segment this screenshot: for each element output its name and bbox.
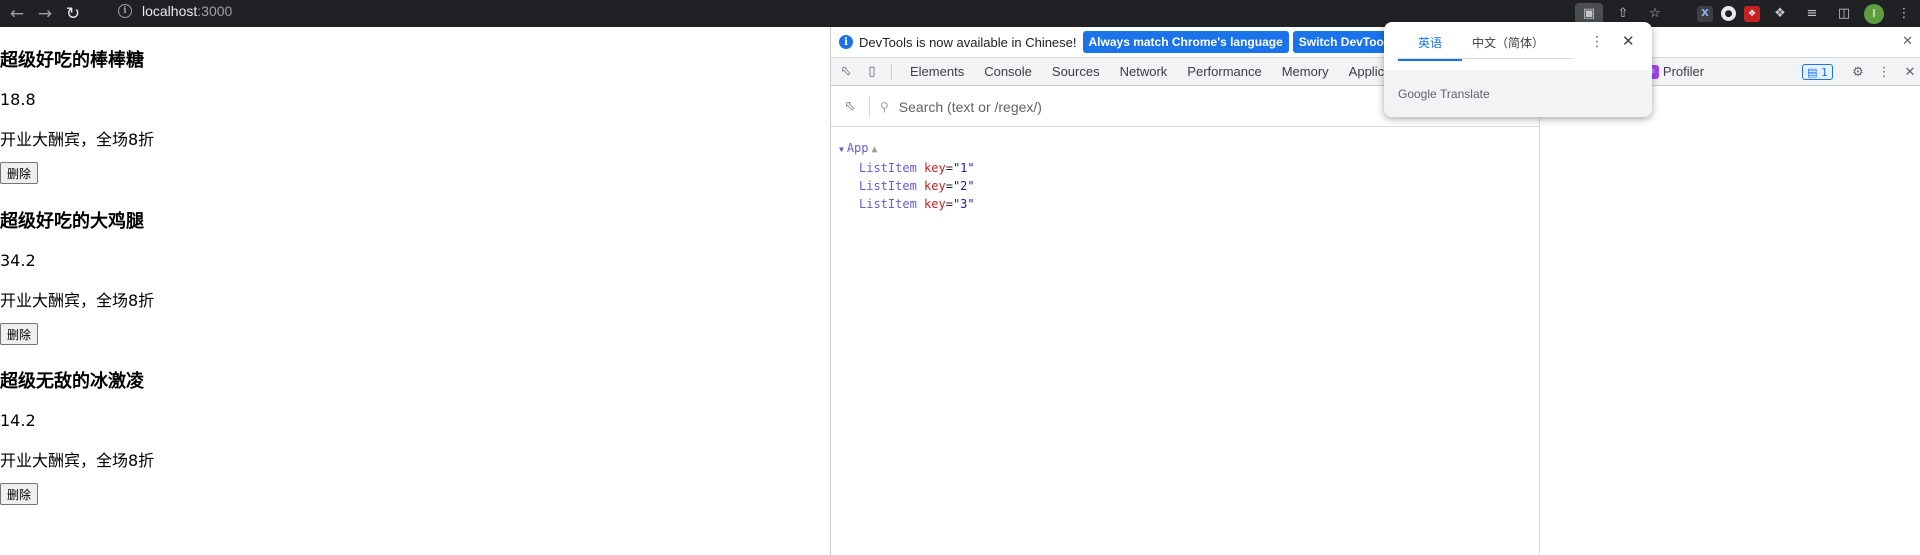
infobar-message: DevTools is now available in Chinese!: [859, 34, 1077, 50]
item-title: 超级无敌的冰激凌: [0, 371, 144, 392]
search-separator: [869, 95, 870, 118]
match-language-button[interactable]: Always match Chrome's language: [1082, 31, 1289, 53]
tab-source-language[interactable]: 英语: [1398, 34, 1462, 61]
list-item: 超级好吃的棒棒糖 18.8 开业大酬宾，全场8折 删除: [0, 50, 154, 184]
expand-triangle-icon[interactable]: ▼: [839, 145, 844, 154]
warning-icon: ▲: [871, 144, 878, 155]
item-promo: 开业大酬宾，全场8折: [0, 291, 155, 310]
node-key-attr: key: [924, 161, 946, 175]
devtools-panel: i DevTools is now available in Chinese! …: [830, 27, 1920, 555]
tab-elements[interactable]: Elements: [900, 58, 974, 86]
item-price: 14.2: [0, 411, 36, 430]
node-name: ListItem: [859, 197, 917, 211]
search-input[interactable]: [898, 98, 1399, 115]
address-bar[interactable]: i localhost:3000: [108, 0, 1572, 22]
tab-performance[interactable]: Performance: [1177, 58, 1271, 86]
component-tree: ▼ App ▲ ListItem key="1" ListItem key="2" …: [839, 139, 975, 213]
node-key-value: "2": [952, 179, 975, 193]
translate-language-tabs: 英语 中文（简体）: [1398, 34, 1554, 61]
node-equals: =: [945, 179, 953, 193]
tree-row-listitem[interactable]: ListItem key="1": [839, 159, 975, 177]
tab-separator: [891, 63, 892, 80]
url-port: :3000: [197, 3, 233, 19]
close-icon[interactable]: ✕: [1622, 32, 1635, 50]
chrome-menu-icon[interactable]: ⋮: [1892, 3, 1916, 25]
devtools-actions: ▤ 1 ⚙ ⋮ ✕: [1802, 58, 1920, 86]
delete-button[interactable]: 删除: [0, 483, 39, 505]
components-tree-pane: ⬁ ⚲ ▼App▲ ListItem key="1" ListItem key=…: [831, 87, 1540, 555]
props-pane: [1541, 87, 1920, 555]
device-toolbar-icon[interactable]: ▯: [861, 61, 883, 83]
node-key-attr: key: [924, 179, 946, 193]
tree-row-listitem[interactable]: ListItem key="2": [839, 177, 975, 195]
node-equals: =: [945, 161, 953, 175]
node-equals: =: [945, 197, 953, 211]
bookmark-star-icon[interactable]: ☆: [1643, 3, 1667, 25]
back-arrow-icon[interactable]: ←: [6, 3, 28, 25]
tab-profiler-label: Profiler: [1662, 64, 1705, 79]
side-panel-icon[interactable]: ◫: [1832, 3, 1856, 25]
translate-popup: 英语 中文（简体） ⋮ ✕ Google Translate: [1384, 22, 1652, 117]
devtools-language-infobar: i DevTools is now available in Chinese! …: [831, 27, 1920, 58]
page-content: 超级好吃的棒棒糖 18.8 开业大酬宾，全场8折 删除 超级好吃的大鸡腿 34.…: [0, 27, 830, 555]
devtools-tabbar: ⬁ ▯ Elements Console Sources Network Per…: [831, 58, 1920, 86]
item-promo: 开业大酬宾，全场8折: [0, 451, 155, 470]
node-key-attr: key: [924, 197, 946, 211]
node-name: ListItem: [859, 161, 917, 175]
tab-network[interactable]: Network: [1110, 58, 1178, 86]
search-icon: ⚲: [880, 99, 889, 114]
info-icon: i: [839, 35, 853, 49]
select-component-icon[interactable]: ⬁: [841, 98, 859, 116]
messages-badge[interactable]: ▤ 1: [1802, 64, 1833, 80]
reading-list-icon[interactable]: ≡: [1800, 3, 1824, 25]
chat-icon: ▤: [1807, 65, 1821, 79]
item-title: 超级好吃的棒棒糖: [0, 50, 144, 71]
reload-icon[interactable]: ↻: [62, 3, 84, 25]
extension-globe-icon[interactable]: ●: [1721, 6, 1736, 21]
message-count: 1: [1821, 65, 1828, 79]
profile-avatar[interactable]: I: [1864, 3, 1884, 24]
settings-gear-icon[interactable]: ⚙: [1847, 61, 1869, 83]
forward-arrow-icon[interactable]: →: [34, 3, 56, 25]
tab-sources[interactable]: Sources: [1042, 58, 1110, 86]
item-price: 34.2: [0, 251, 36, 270]
delete-button[interactable]: 删除: [0, 162, 39, 184]
node-name: ListItem: [859, 179, 917, 193]
tree-row-app[interactable]: ▼ App ▲: [839, 139, 975, 159]
translate-label: Translate: [1440, 86, 1490, 101]
app-node-name: App: [846, 141, 869, 155]
tree-row-listitem[interactable]: ListItem key="3": [839, 195, 975, 213]
list-item: 超级无敌的冰激凌 14.2 开业大酬宾，全场8折 删除: [0, 371, 154, 505]
extensions-puzzle-icon[interactable]: ❖: [1768, 3, 1792, 25]
close-devtools-icon[interactable]: ✕: [1899, 61, 1920, 83]
delete-button[interactable]: 删除: [0, 323, 39, 345]
list-item: 超级好吃的大鸡腿 34.2 开业大酬宾，全场8折 删除: [0, 211, 154, 345]
more-options-icon[interactable]: ⋮: [1590, 34, 1604, 50]
node-key-value: "3": [952, 197, 975, 211]
url-host: localhost: [142, 3, 198, 19]
tab-console[interactable]: Console: [974, 58, 1042, 86]
tabs-underline: [1398, 58, 1574, 59]
more-options-icon[interactable]: ⋮: [1873, 61, 1895, 83]
extension-x-icon[interactable]: X: [1697, 5, 1713, 22]
inspect-element-icon[interactable]: ⬁: [835, 61, 857, 83]
translate-footer: Google Translate: [1384, 70, 1652, 117]
url-text: localhost:3000: [142, 3, 232, 19]
extension-red-icon[interactable]: ❖: [1744, 5, 1760, 22]
node-key-value: "1": [952, 161, 975, 175]
site-info-icon[interactable]: i: [118, 4, 132, 18]
item-price: 18.8: [0, 90, 36, 109]
tab-target-language[interactable]: 中文（简体）: [1462, 34, 1554, 61]
item-title: 超级好吃的大鸡腿: [0, 211, 144, 232]
item-promo: 开业大酬宾，全场8折: [0, 130, 155, 149]
close-infobar-icon[interactable]: ✕: [1902, 34, 1913, 49]
tab-memory[interactable]: Memory: [1272, 58, 1339, 86]
google-logo: Google: [1398, 86, 1437, 101]
